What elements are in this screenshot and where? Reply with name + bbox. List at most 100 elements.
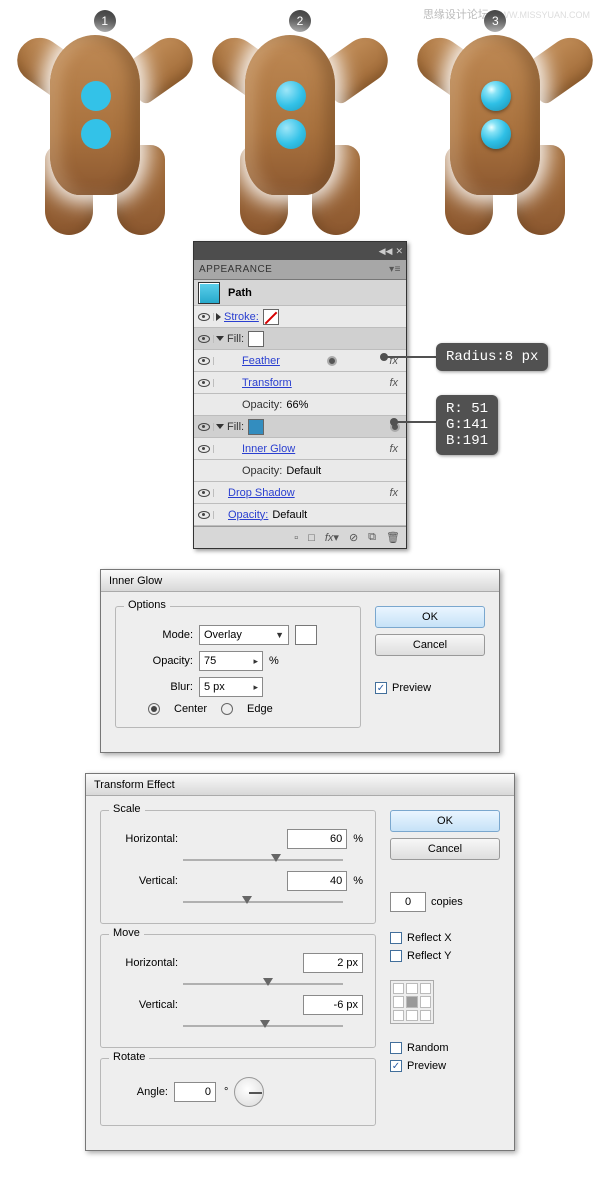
copies-input[interactable]: 0 [390, 892, 426, 912]
fill-row-2[interactable]: Fill: [194, 416, 406, 438]
percent-unit: % [353, 833, 363, 845]
degree-unit: ° [224, 1086, 228, 1098]
fx-icon[interactable]: fx [389, 487, 398, 499]
step-number: 1 [101, 14, 108, 28]
move-v-value: -6 px [334, 999, 358, 1011]
eye-icon[interactable] [198, 489, 210, 497]
anchor-grid[interactable] [390, 980, 434, 1024]
opacity-link[interactable]: Opacity: [228, 509, 268, 521]
random-checkbox[interactable] [390, 1042, 402, 1054]
step-badge: 3 [484, 10, 506, 32]
stroke-box-icon[interactable]: □ [308, 532, 315, 544]
expand-icon[interactable] [216, 313, 221, 321]
inner-glow-link[interactable]: Inner Glow [242, 443, 295, 455]
scale-v-value: 40 [330, 875, 342, 887]
angle-dial[interactable] [234, 1077, 264, 1107]
fill-row-1[interactable]: Fill: [194, 328, 406, 350]
eye-icon[interactable] [198, 335, 210, 343]
move-h-input[interactable]: 2 px [303, 953, 363, 973]
dialog-title: Inner Glow [109, 575, 162, 587]
mode-combo[interactable]: Overlay ▼ [199, 625, 289, 645]
feather-row[interactable]: Feather fx [194, 350, 406, 372]
move-v-input[interactable]: -6 px [303, 995, 363, 1015]
blur-label: Blur: [128, 681, 193, 693]
angle-input[interactable]: 0 [174, 1082, 216, 1102]
chevron-right-icon: ▸ [253, 682, 258, 693]
reflect-y-checkbox[interactable] [390, 950, 402, 962]
eye-icon[interactable] [198, 379, 210, 387]
panel-footer: ▫ □ fx▾ ⊘ ⧉ 🗑 [194, 526, 406, 548]
expand-icon[interactable] [216, 424, 224, 429]
move-fieldset: Move Horizontal: 2 px Vertical: -6 px [100, 934, 376, 1048]
move-h-slider[interactable] [183, 979, 343, 989]
path-row[interactable]: Path [194, 280, 406, 306]
collapse-icon[interactable]: ◀◀ [379, 246, 393, 257]
path-label: Path [228, 287, 252, 299]
new-art-icon[interactable]: ▫ [294, 532, 298, 544]
ok-button[interactable]: OK [390, 810, 500, 832]
stroke-label[interactable]: Stroke: [224, 311, 259, 323]
opacity-row-2[interactable]: Opacity: Default [194, 460, 406, 482]
opacity-row-3[interactable]: Opacity: Default [194, 504, 406, 526]
blur-input[interactable]: 5 px ▸ [199, 677, 263, 697]
drop-shadow-row[interactable]: Drop Shadow fx [194, 482, 406, 504]
clear-icon[interactable]: ⊘ [349, 531, 358, 544]
opacity-row-1[interactable]: Opacity: 66% [194, 394, 406, 416]
stroke-row[interactable]: Stroke: [194, 306, 406, 328]
dialog-title: Transform Effect [94, 779, 175, 791]
fx-icon[interactable]: fx [389, 443, 398, 455]
eye-icon[interactable] [198, 511, 210, 519]
fx-icon[interactable]: fx [389, 377, 398, 389]
center-label: Center [174, 703, 207, 715]
horizontal-label: Horizontal: [113, 833, 178, 845]
callout-rgb: R: 51 G:141 B:191 [436, 395, 498, 455]
gingerbread-steps-row: 1 2 3 [0, 0, 600, 235]
edge-radio[interactable] [221, 703, 233, 715]
center-radio[interactable] [148, 703, 160, 715]
transform-link[interactable]: Transform [242, 377, 292, 389]
cancel-button[interactable]: Cancel [390, 838, 500, 860]
glow-color-swatch[interactable] [295, 625, 317, 645]
panel-menu-icon[interactable]: ▾≡ [389, 264, 401, 275]
reflect-x-label: Reflect X [407, 932, 452, 944]
gingerbread-figure [415, 35, 595, 235]
preview-checkbox[interactable]: ✓ [375, 682, 387, 694]
drop-shadow-link[interactable]: Drop Shadow [228, 487, 295, 499]
eye-icon[interactable] [198, 423, 210, 431]
blur-value: 5 px [204, 681, 225, 693]
eye-icon[interactable] [198, 357, 210, 365]
callout-anchor-dot [327, 356, 337, 366]
ok-label: OK [422, 611, 438, 623]
expand-icon[interactable] [216, 336, 224, 341]
fx-menu-icon[interactable]: fx▾ [325, 531, 339, 544]
trash-icon[interactable]: 🗑 [386, 531, 400, 544]
reflect-x-checkbox[interactable] [390, 932, 402, 944]
scale-v-input[interactable]: 40 [287, 871, 347, 891]
step-badge: 2 [289, 10, 311, 32]
scale-h-input[interactable]: 60 [287, 829, 347, 849]
stroke-swatch-none[interactable] [263, 309, 279, 325]
scale-h-value: 60 [330, 833, 342, 845]
callout-rgb-b: B:191 [446, 433, 488, 449]
duplicate-icon[interactable]: ⧉ [368, 531, 376, 544]
preview-label: Preview [392, 682, 431, 694]
fill-swatch-blue[interactable] [248, 419, 264, 435]
feather-link[interactable]: Feather [242, 355, 280, 367]
preview-checkbox[interactable]: ✓ [390, 1060, 402, 1072]
appearance-panel: ◀◀ ✕ APPEARANCE ▾≡ Path Stroke: Fill: Fe… [193, 241, 407, 549]
copies-value: 0 [405, 896, 411, 908]
mode-label: Mode: [128, 629, 193, 641]
close-icon[interactable]: ✕ [395, 246, 403, 257]
transform-row[interactable]: Transform fx [194, 372, 406, 394]
fill-swatch-white[interactable] [248, 331, 264, 347]
copies-label: copies [431, 896, 463, 908]
cancel-button[interactable]: Cancel [375, 634, 485, 656]
scale-h-slider[interactable] [183, 855, 343, 865]
eye-icon[interactable] [198, 313, 210, 321]
opacity-input[interactable]: 75 ▸ [199, 651, 263, 671]
scale-v-slider[interactable] [183, 897, 343, 907]
move-v-slider[interactable] [183, 1021, 343, 1031]
inner-glow-row[interactable]: Inner Glow fx [194, 438, 406, 460]
ok-button[interactable]: OK [375, 606, 485, 628]
eye-icon[interactable] [198, 445, 210, 453]
